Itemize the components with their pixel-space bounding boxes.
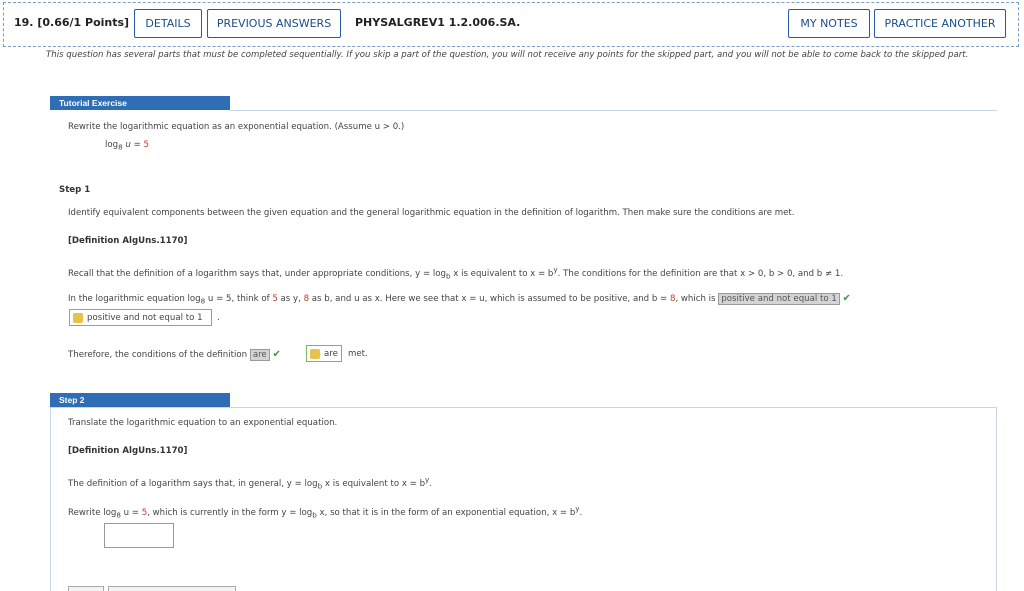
recall-text: Recall that the definition of a logarith… [68, 265, 844, 281]
step2-panel [50, 407, 997, 591]
step2-banner: Step 2 [50, 393, 230, 407]
submitted-answer-2: are [249, 349, 270, 361]
therefore-text: Therefore, the conditions of the definit… [68, 349, 281, 361]
practice-another-button[interactable]: PRACTICE ANOTHER [874, 9, 1006, 38]
previous-answers-button[interactable]: PREVIOUS ANSWERS [207, 9, 341, 38]
question-id: PHYSALGREV1 1.2.006.SA. [355, 16, 521, 29]
step2-definition-text: The definition of a logarithm says that,… [68, 475, 433, 491]
tutorial-prompt: Rewrite the logarithmic equation as an e… [68, 122, 405, 132]
my-notes-button[interactable]: MY NOTES [788, 9, 870, 38]
key-icon [73, 312, 83, 323]
key-icon [310, 348, 320, 359]
answer-key-1: positive and not equal to 1 [69, 309, 212, 326]
correct-check-icon: ✔ [842, 293, 851, 304]
step1-instruction: Identify equivalent components between t… [68, 208, 795, 218]
points-score: [0.66/1 Points] [37, 16, 130, 29]
banner-divider [230, 110, 997, 111]
exponential-answer-input[interactable] [104, 523, 174, 548]
given-equation: log8 u = 5 [105, 140, 149, 152]
skip-button[interactable] [108, 586, 236, 591]
question-number: 19. [0.66/1 Points] [14, 16, 130, 29]
answer-key-2: are [306, 345, 342, 362]
step1-label: Step 1 [59, 185, 91, 195]
period: . [217, 313, 220, 323]
question-header: 19. [0.66/1 Points] DETAILS PREVIOUS ANS… [3, 2, 1019, 47]
met-text: met. [348, 349, 368, 359]
details-button[interactable]: DETAILS [134, 9, 202, 38]
rewrite-text: Rewrite log8 u = 5, which is currently i… [68, 504, 583, 520]
tutorial-banner: Tutorial Exercise [50, 96, 230, 110]
step2-definition-link[interactable]: [Definition AlgUns.1170] [68, 446, 187, 456]
banner-divider [230, 407, 997, 408]
submit-button[interactable] [68, 586, 104, 591]
condition-text: In the logarithmic equation log8 u = 5, … [68, 293, 851, 306]
step2-instruction: Translate the logarithmic equation to an… [68, 418, 338, 428]
sequential-notice: This question has several parts that mus… [46, 50, 969, 60]
step1-definition-link[interactable]: [Definition AlgUns.1170] [68, 236, 187, 246]
submitted-answer-1: positive and not equal to 1 [718, 293, 840, 305]
correct-check-icon: ✔ [272, 349, 281, 360]
